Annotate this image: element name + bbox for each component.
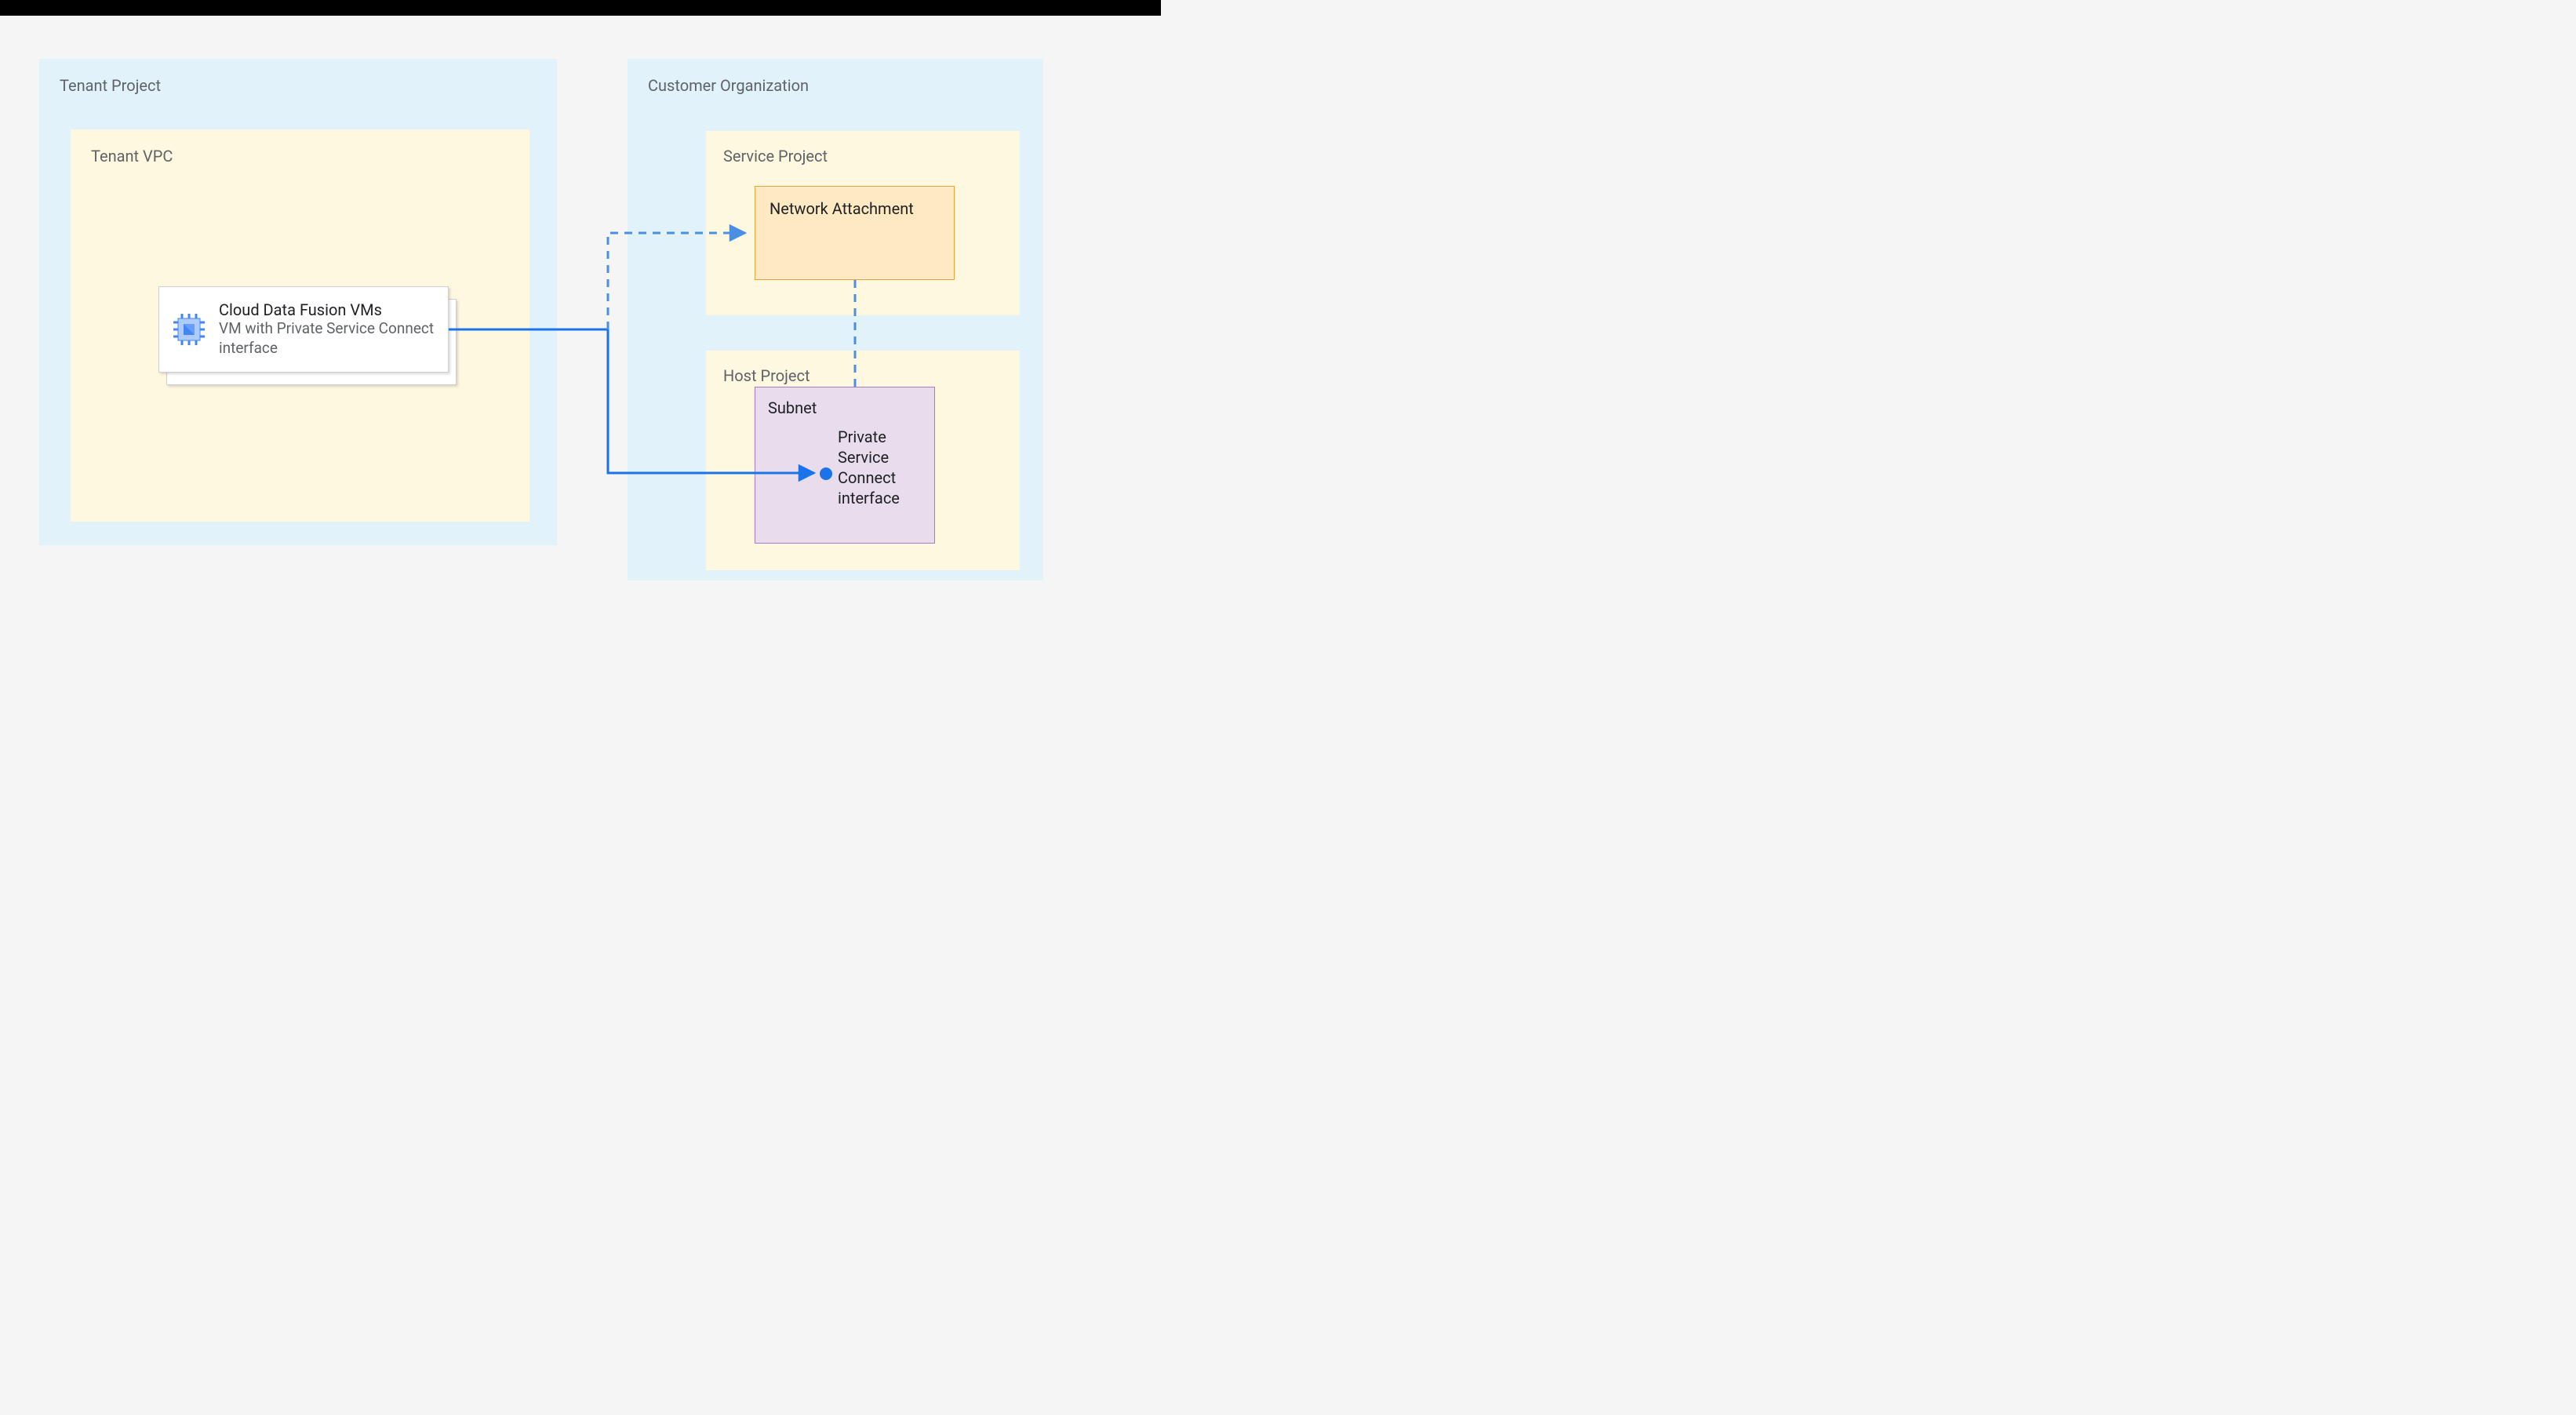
customer-organization-label: Customer Organization [648, 76, 1023, 95]
customer-organization-box: Customer Organization Service Project Ne… [628, 59, 1043, 580]
subnet-box: Subnet Private Service Connect interface [755, 387, 935, 544]
service-project-label: Service Project [723, 147, 1002, 166]
tenant-project-box: Tenant Project Tenant VPC [39, 59, 557, 545]
compute-engine-icon [170, 311, 208, 348]
host-project-box: Host Project Subnet Private Service Conn… [706, 351, 1020, 570]
service-project-box: Service Project Network Attachment [706, 131, 1020, 315]
vm-card-text: Cloud Data Fusion VMs VM with Private Se… [219, 300, 437, 358]
vm-card-subtitle: VM with Private Service Connect interfac… [219, 319, 437, 358]
host-project-label: Host Project [723, 366, 1002, 385]
vm-card-stack: Cloud Data Fusion VMs VM with Private Se… [158, 286, 457, 380]
tenant-vpc-box: Tenant VPC [71, 129, 529, 522]
network-attachment-label: Network Attachment [770, 199, 914, 218]
vm-card-title: Cloud Data Fusion VMs [219, 300, 437, 319]
vm-card: Cloud Data Fusion VMs VM with Private Se… [158, 286, 449, 373]
subnet-label: Subnet [768, 398, 922, 417]
network-attachment-box: Network Attachment [755, 186, 955, 280]
psc-interface-dot [820, 467, 832, 480]
tenant-project-label: Tenant Project [60, 76, 537, 95]
diagram-canvas: Tenant Project Tenant VPC [0, 16, 1161, 638]
psc-interface-label: Private Service Connect interface [838, 427, 934, 508]
tenant-vpc-label: Tenant VPC [91, 147, 509, 166]
top-black-bar [0, 0, 1161, 16]
